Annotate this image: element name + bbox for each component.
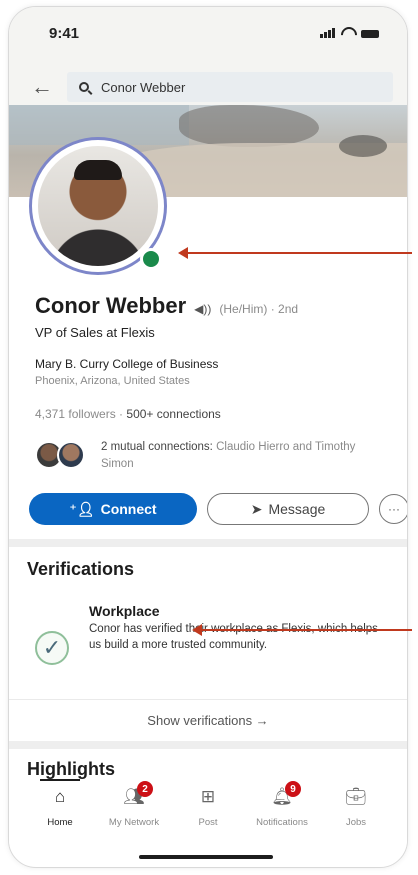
connect-label: Connect [100, 501, 157, 517]
mutual-text: 2 mutual connections: Claudio Hierro and… [101, 439, 391, 473]
briefcase-icon: 💼︎ [345, 787, 367, 806]
nav-label: Home [47, 817, 73, 828]
connect-button[interactable]: ⁺👤︎ Connect [29, 493, 197, 525]
nav-label: Jobs [345, 817, 367, 828]
avatar [38, 146, 158, 266]
more-button[interactable]: ··· [379, 494, 407, 524]
nav-post[interactable]: ⊞ Post [173, 787, 243, 847]
bottom-nav: ⌂ Home 👥︎ 2 My Network ⊞ Post 🔔︎ 9 Notif… [9, 779, 407, 847]
verifications-title: Verifications [27, 559, 135, 579]
message-label: Message [268, 501, 326, 517]
annotation-arrow-online [178, 247, 412, 259]
mutual-count: 2 mutual connections: [101, 441, 213, 453]
nav-home[interactable]: ⌂ Home [25, 779, 95, 847]
profile-name: Conor Webber [35, 293, 187, 318]
annotation-arrow-workplace [192, 624, 412, 636]
profile-headline: VP of Sales at Flexis [35, 325, 155, 340]
notification-badge: 9 [285, 781, 301, 797]
search-input[interactable]: Conor Webber [67, 72, 393, 102]
home-icon: ⌂ [54, 787, 66, 806]
name-pronunciation-icon[interactable]: ◀)) [194, 302, 211, 316]
home-indicator [139, 855, 273, 859]
show-verifications-button[interactable]: Show verifications → [9, 699, 407, 741]
workplace-description: Conor has verified their workplace as Fl… [89, 623, 378, 651]
status-time: 9:41 [49, 25, 80, 42]
add-person-icon: ⁺👤︎ [69, 500, 95, 517]
nav-jobs[interactable]: 💼︎ Jobs [321, 787, 391, 847]
followers-count[interactable]: 4,371 followers [35, 407, 116, 421]
post-icon: ⊞ [200, 787, 216, 806]
status-icons [320, 27, 379, 38]
profile-actions: ⁺👤︎ Connect ➤ Message ··· [29, 493, 407, 525]
online-status-icon [140, 248, 162, 270]
nav-my-network[interactable]: 👥︎ 2 My Network [99, 781, 169, 847]
name-row: Conor Webber ◀)) (He/Him) · 2nd [35, 293, 298, 319]
wifi-icon [340, 27, 354, 38]
phone-frame: 9:41 ← Conor Webber Conor Webber ◀)) (He… [8, 6, 408, 868]
battery-icon [361, 30, 379, 38]
profile-avatar[interactable] [29, 137, 167, 275]
verified-check-icon: ✓ [35, 631, 69, 665]
highlights-title: Highlights [27, 759, 115, 779]
mutual-avatars [35, 439, 95, 469]
followers-connections: 4,371 followers · 500+ connections [35, 407, 221, 421]
profile-pronouns: (He/Him) · 2nd [219, 302, 299, 316]
nav-label: My Network [108, 817, 160, 828]
profile-location: Phoenix, Arizona, United States [35, 375, 190, 387]
search-query: Conor Webber [101, 79, 186, 95]
search-icon [79, 82, 89, 92]
status-bar: 9:41 [9, 7, 407, 65]
nav-notifications[interactable]: 🔔︎ 9 Notifications [247, 781, 317, 847]
section-divider [9, 539, 407, 547]
connections-count[interactable]: 500+ connections [126, 407, 220, 421]
workplace-title: Workplace [89, 603, 160, 619]
back-arrow-icon[interactable]: ← [31, 76, 53, 98]
nav-label: Notifications [256, 817, 308, 828]
profile-school[interactable]: Mary B. Curry College of Business [35, 357, 218, 371]
nav-label: Post [198, 817, 218, 828]
message-button[interactable]: ➤ Message [207, 493, 369, 525]
send-icon: ➤ [250, 500, 263, 517]
signal-icon [320, 28, 335, 38]
section-divider [9, 741, 407, 749]
notification-badge: 2 [137, 781, 153, 797]
mutual-connections[interactable]: 2 mutual connections: Claudio Hierro and… [35, 439, 391, 473]
